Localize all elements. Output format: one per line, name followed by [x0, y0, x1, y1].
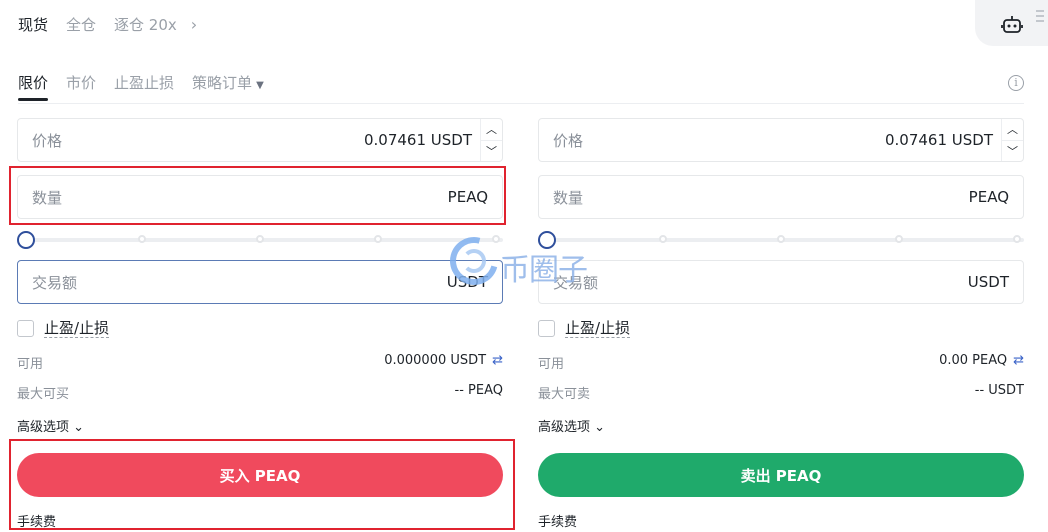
buy-tpsl-toggle[interactable]: 止盈/止损: [17, 319, 110, 338]
sell-fee-label: 手续费: [538, 515, 578, 530]
chevron-down-icon: ⌄: [594, 420, 606, 435]
slider-tick[interactable]: [256, 235, 264, 243]
sell-tpsl-label: 止盈/止损: [565, 319, 631, 338]
chevron-down-icon[interactable]: ﹀: [481, 141, 502, 162]
tab-isolated[interactable]: 逐仓 20x: [114, 14, 177, 35]
chevron-down-icon[interactable]: ﹀: [1002, 141, 1023, 162]
slider-tick[interactable]: [659, 235, 667, 243]
buy-max-row: 最大可买 -- PEAQ: [17, 383, 503, 402]
buy-price-label: 价格: [32, 131, 63, 150]
tab-limit[interactable]: 限价: [18, 72, 49, 101]
caret-down-icon: ▼: [256, 80, 264, 91]
buy-advanced-options[interactable]: 高级选项 ⌄: [17, 416, 84, 435]
tab-tpsl[interactable]: 止盈止损: [114, 72, 174, 101]
slider-tick[interactable]: [895, 235, 903, 243]
sell-max-label: 最大可卖: [538, 387, 591, 402]
tab-cross[interactable]: 全仓: [66, 14, 96, 35]
watermark-logo: 币圈子: [441, 228, 600, 294]
margin-mode-tabs: 现货 全仓 逐仓 20x ›: [18, 14, 197, 35]
sell-available-label: 可用: [538, 357, 565, 372]
buy-percent-slider[interactable]: [17, 230, 503, 250]
sell-max-row: 最大可卖 -- USDT: [538, 383, 1024, 402]
sell-amount-input[interactable]: 交易额 USDT: [538, 260, 1024, 304]
watermark-text: 币圈子: [500, 253, 588, 288]
slider-tick[interactable]: [374, 235, 382, 243]
buy-max-value: -- PEAQ: [454, 383, 503, 398]
sell-amount-unit: USDT: [967, 273, 1009, 291]
buy-available-label: 可用: [17, 357, 44, 372]
tab-spot[interactable]: 现货: [18, 14, 48, 35]
info-icon[interactable]: i: [1008, 75, 1024, 91]
buy-price-input[interactable]: 价格 0.07461 USDT ︿ ﹀: [17, 118, 503, 162]
slider-tick[interactable]: [1013, 235, 1021, 243]
buy-price-stepper: ︿ ﹀: [480, 119, 502, 161]
sell-max-value: -- USDT: [974, 383, 1024, 398]
buy-amount-label: 交易额: [32, 273, 78, 292]
buy-price-value: 0.07461 USDT: [363, 131, 472, 149]
chevron-up-icon[interactable]: ︿: [1002, 119, 1023, 141]
swap-icon[interactable]: ⇄: [492, 353, 503, 368]
buy-tpsl-label: 止盈/止损: [44, 319, 110, 338]
slider-tick[interactable]: [138, 235, 146, 243]
sell-available-value: 0.00 PEAQ: [939, 353, 1008, 368]
sell-tpsl-toggle[interactable]: 止盈/止损: [538, 319, 631, 338]
buy-available-row: 可用 0.000000 USDT ⇄: [17, 353, 503, 372]
sell-price-stepper: ︿ ﹀: [1001, 119, 1023, 161]
sell-available-row: 可用 0.00 PEAQ ⇄: [538, 353, 1024, 372]
slider-tick[interactable]: [777, 235, 785, 243]
tab-strategy-label: 策略订单: [192, 74, 253, 92]
sell-quantity-input[interactable]: 数量 PEAQ: [538, 175, 1024, 219]
sell-percent-slider[interactable]: [538, 230, 1024, 250]
trade-panel: 现货 全仓 逐仓 20x › 限价 市价 止盈止损 策略订单 ▼ i 价格 0.0…: [0, 0, 1048, 532]
highlight-box-buy: [9, 439, 515, 530]
sell-advanced-options[interactable]: 高级选项 ⌄: [538, 416, 605, 435]
highlight-box-quantity: [9, 166, 506, 225]
sell-amount-label: 交易额: [553, 273, 599, 292]
chevron-up-icon[interactable]: ︿: [481, 119, 502, 141]
buy-available-value: 0.000000 USDT: [384, 353, 487, 368]
sell-quantity-unit: PEAQ: [968, 188, 1009, 206]
buy-tpsl-checkbox[interactable]: [17, 320, 34, 337]
slider-knob[interactable]: [17, 231, 35, 249]
buy-amount-input[interactable]: 交易额 USDT: [17, 260, 503, 304]
sell-quantity-label: 数量: [553, 188, 584, 207]
order-type-tabs: 限价 市价 止盈止损 策略订单 ▼: [18, 72, 264, 101]
sell-price-value: 0.07461 USDT: [884, 131, 993, 149]
menu-icon[interactable]: [1036, 10, 1044, 24]
robot-icon[interactable]: [1001, 14, 1023, 36]
tab-strategy[interactable]: 策略订单 ▼: [192, 72, 264, 101]
swap-icon[interactable]: ⇄: [1013, 353, 1024, 368]
sell-advanced-label: 高级选项: [538, 420, 591, 435]
sell-button[interactable]: 卖出 PEAQ: [538, 453, 1024, 497]
sell-price-input[interactable]: 价格 0.07461 USDT ︿ ﹀: [538, 118, 1024, 162]
slider-track: [546, 238, 1024, 242]
tabs-divider: [18, 103, 1024, 104]
buy-max-label: 最大可买: [17, 387, 70, 402]
sell-price-label: 价格: [553, 131, 584, 150]
buy-advanced-label: 高级选项: [17, 420, 70, 435]
sell-tpsl-checkbox[interactable]: [538, 320, 555, 337]
chevron-right-icon[interactable]: ›: [191, 15, 197, 34]
chevron-down-icon: ⌄: [73, 420, 85, 435]
watermark-ring-inner: [462, 249, 486, 273]
slider-track: [25, 238, 503, 242]
tab-market[interactable]: 市价: [66, 72, 96, 101]
